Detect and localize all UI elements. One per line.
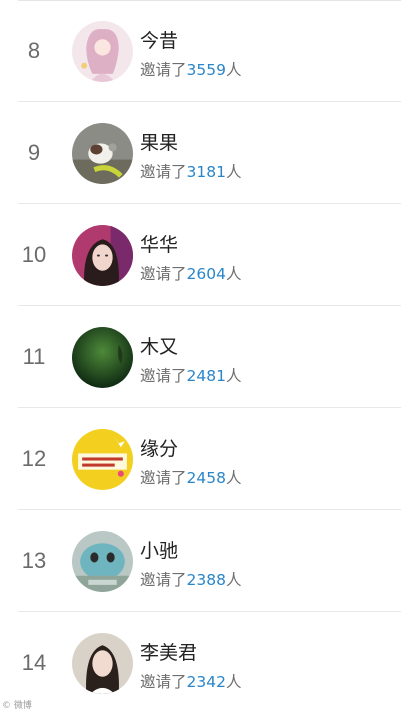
user-name: 小驰 [140, 540, 179, 562]
invite-count: 2481 [186, 367, 226, 385]
list-item[interactable]: 9 果果 邀请了3181人 [0, 102, 401, 204]
rank-number: 13 [21, 548, 47, 573]
invite-text: 邀请了2458人 [140, 466, 241, 488]
rank-number: 12 [21, 446, 47, 471]
ranking-list: 8 今昔 邀请了3559人 9 果果 邀请了3181人 10 华华 邀请了260… [0, 0, 401, 714]
rank-number: 8 [27, 38, 41, 63]
invite-text: 邀请了3559人 [140, 58, 241, 80]
invite-text: 邀请了3181人 [140, 160, 241, 182]
invite-suffix: 人 [225, 265, 242, 283]
user-name: 果果 [140, 132, 179, 154]
invite-count: 2458 [186, 469, 226, 487]
avatar[interactable] [72, 21, 133, 82]
list-item[interactable]: 11 木又 邀请了2481人 [0, 306, 401, 408]
invite-text: 邀请了2342人 [140, 670, 241, 692]
avatar[interactable] [72, 633, 133, 694]
invite-prefix: 邀请了 [140, 163, 187, 181]
invite-suffix: 人 [225, 61, 242, 79]
list-item[interactable]: 12 缘分 邀请了2458人 [0, 408, 401, 510]
user-name: 李美君 [140, 642, 198, 664]
list-item[interactable]: 10 华华 邀请了2604人 [0, 204, 401, 306]
invite-prefix: 邀请了 [140, 61, 187, 79]
watermark: © 微博 [2, 701, 32, 711]
rank-number: 11 [22, 344, 46, 369]
rank-number: 9 [27, 140, 41, 165]
invite-prefix: 邀请了 [140, 265, 187, 283]
rank-number: 10 [21, 242, 47, 267]
invite-suffix: 人 [225, 163, 242, 181]
user-name: 今昔 [140, 30, 179, 52]
invite-count: 3181 [186, 163, 226, 181]
list-item[interactable]: 8 今昔 邀请了3559人 [0, 0, 401, 102]
invite-text: 邀请了2481人 [140, 364, 241, 386]
invite-prefix: 邀请了 [140, 367, 187, 385]
invite-prefix: 邀请了 [140, 571, 187, 589]
invite-prefix: 邀请了 [140, 469, 187, 487]
invite-suffix: 人 [225, 367, 242, 385]
avatar[interactable] [72, 327, 133, 388]
avatar[interactable] [72, 123, 133, 184]
user-name: 缘分 [140, 438, 179, 460]
avatar[interactable] [72, 225, 133, 286]
invite-count: 2604 [186, 265, 226, 283]
user-name: 华华 [140, 234, 179, 256]
user-name: 木又 [140, 336, 179, 358]
avatar[interactable] [72, 429, 133, 490]
invite-suffix: 人 [225, 469, 242, 487]
invite-suffix: 人 [225, 571, 242, 589]
invite-count: 3559 [186, 61, 226, 79]
list-item[interactable]: 14 李美君 邀请了2342人 [0, 612, 401, 714]
invite-text: 邀请了2604人 [140, 262, 241, 284]
invite-count: 2342 [186, 673, 226, 691]
invite-prefix: 邀请了 [140, 673, 187, 691]
invite-text: 邀请了2388人 [140, 568, 241, 590]
avatar[interactable] [72, 531, 133, 592]
list-item[interactable]: 13 小驰 邀请了2388人 [0, 510, 401, 612]
invite-suffix: 人 [225, 673, 242, 691]
invite-count: 2388 [186, 571, 226, 589]
